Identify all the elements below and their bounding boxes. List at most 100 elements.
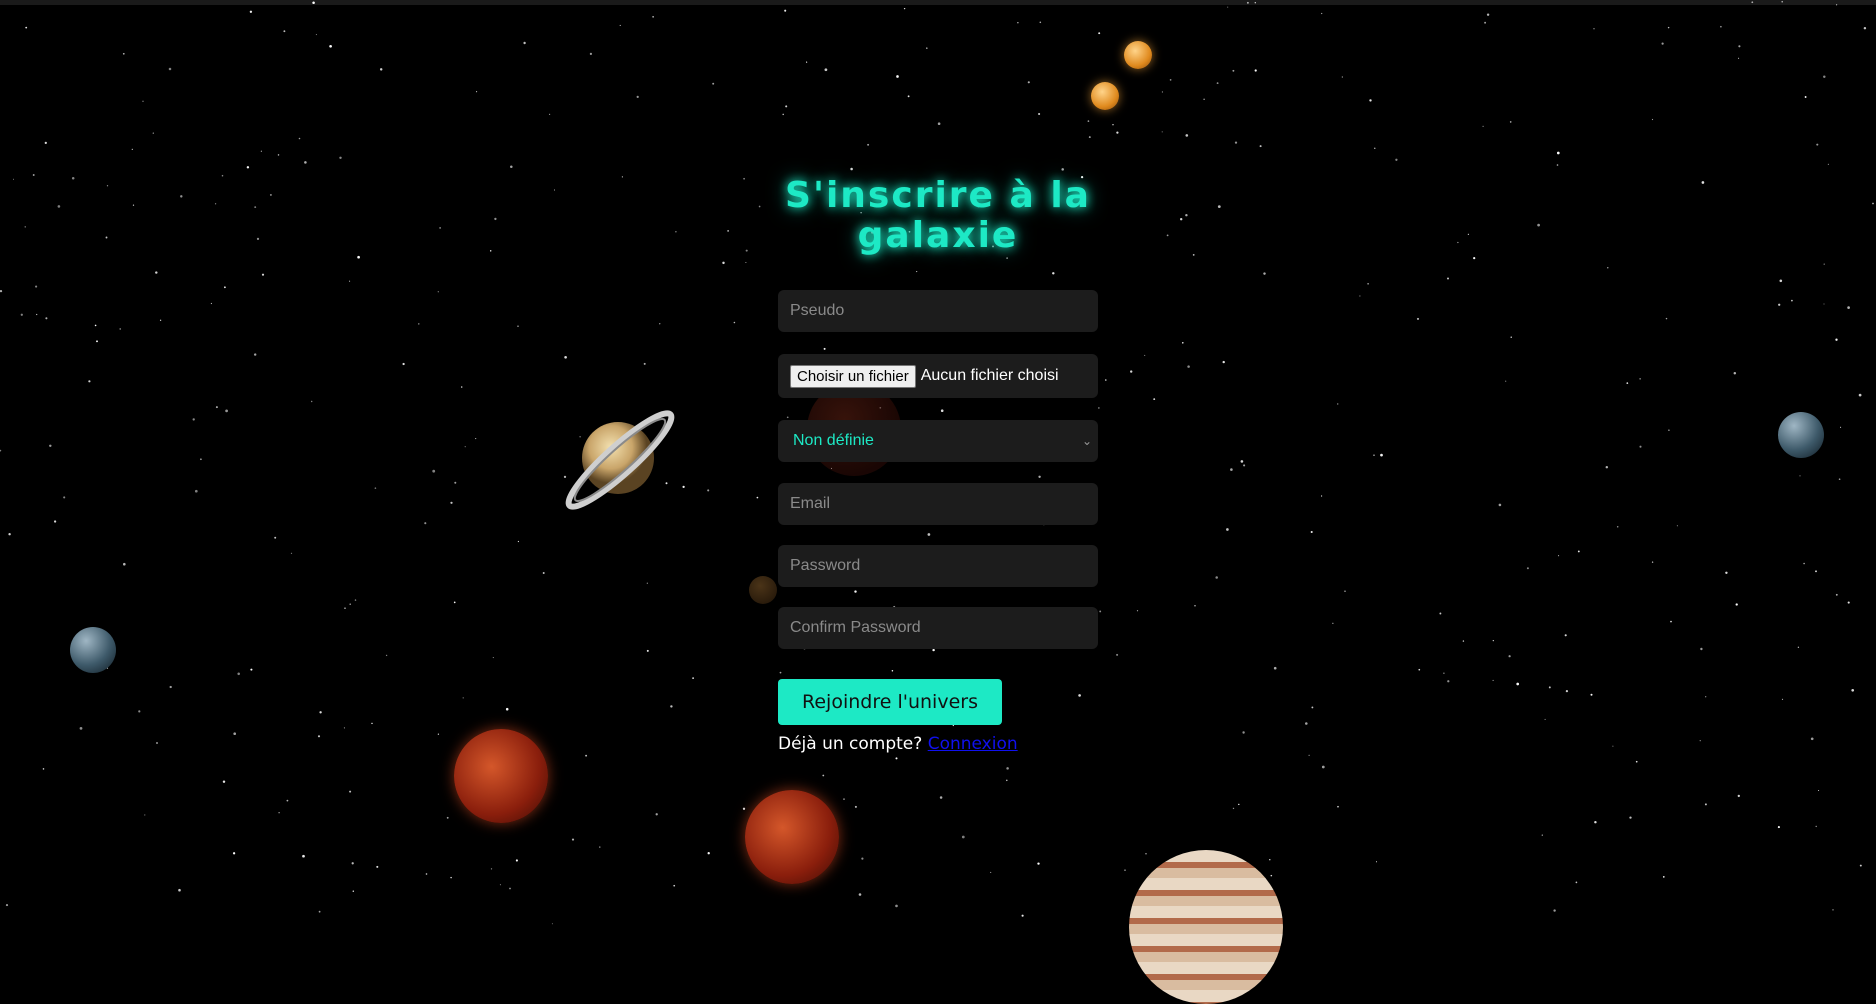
small-dim-moon: [749, 576, 777, 604]
pseudo-field[interactable]: [778, 290, 1098, 332]
star: [907, 95, 910, 98]
star: [1676, 525, 1678, 527]
join-universe-button[interactable]: Rejoindre l'univers: [778, 679, 1002, 725]
star: [260, 150, 262, 152]
star: [1509, 121, 1512, 123]
signup-form: S'inscrire à la galaxie Choisir un fichi…: [778, 176, 1098, 754]
star: [707, 489, 710, 492]
star: [1733, 372, 1737, 375]
star: [0, 289, 3, 293]
star: [298, 137, 301, 140]
confirm-password-field[interactable]: [778, 607, 1098, 649]
star: [850, 167, 853, 171]
star: [1087, 120, 1090, 122]
star: [237, 672, 240, 676]
star: [1737, 794, 1740, 798]
star: [499, 884, 501, 886]
star: [385, 654, 388, 657]
star: [1818, 790, 1820, 791]
star: [523, 41, 526, 45]
star: [152, 132, 154, 134]
star: [1738, 57, 1740, 59]
password-field[interactable]: [778, 545, 1098, 587]
star: [891, 669, 894, 672]
star: [1651, 118, 1654, 121]
star: [1232, 69, 1235, 72]
select-dropdown[interactable]: Non définie ⌄: [778, 420, 1098, 462]
star: [1815, 570, 1817, 573]
star: [119, 328, 121, 330]
password-input[interactable]: [778, 545, 1098, 587]
star: [1153, 398, 1156, 401]
star: [1161, 131, 1163, 133]
star: [1492, 679, 1494, 681]
star: [1246, 1, 1249, 4]
star: [1505, 380, 1507, 382]
star: [1215, 576, 1218, 579]
star: [1781, 0, 1783, 3]
star: [636, 95, 639, 99]
star: [1182, 342, 1184, 344]
star: [1605, 465, 1609, 469]
star: [1832, 909, 1834, 911]
star: [1222, 360, 1225, 364]
star: [45, 317, 48, 320]
star: [1779, 279, 1783, 283]
star: [786, 416, 789, 419]
star: [896, 75, 899, 78]
star: [132, 204, 135, 206]
star: [1116, 653, 1119, 656]
star: [1626, 382, 1629, 384]
star: [1234, 141, 1238, 144]
star: [418, 323, 420, 325]
star: [756, 496, 759, 499]
star: [1217, 205, 1221, 208]
star: [249, 10, 253, 13]
confirm-password-input[interactable]: [778, 607, 1098, 649]
star: [233, 732, 237, 736]
star: [36, 313, 38, 316]
star: [927, 533, 931, 536]
star: [824, 68, 828, 72]
star: [806, 61, 808, 63]
star: [655, 813, 658, 816]
star: [1778, 303, 1781, 306]
star: [8, 533, 11, 536]
star: [854, 805, 857, 808]
star: [210, 302, 212, 305]
star: [743, 177, 745, 180]
star: [1616, 526, 1619, 528]
star: [57, 205, 61, 208]
star: [1166, 234, 1169, 237]
star: [1781, 698, 1784, 700]
star: [1667, 26, 1670, 29]
avatar-file-field: Choisir un fichier Aucun fichier choisi: [778, 354, 1098, 398]
choose-file-button[interactable]: Choisir un fichier: [790, 364, 916, 388]
email-input[interactable]: [778, 483, 1098, 525]
star: [343, 727, 345, 729]
star: [1187, 365, 1190, 368]
login-link[interactable]: Connexion: [928, 734, 1018, 754]
star: [659, 323, 661, 325]
star: [142, 100, 144, 102]
star: [1039, 21, 1042, 24]
star: [961, 835, 965, 839]
chevron-down-icon: ⌄: [1081, 434, 1092, 448]
star: [1863, 26, 1867, 30]
star: [464, 446, 466, 448]
pseudo-input[interactable]: [778, 290, 1098, 332]
star: [1203, 98, 1205, 100]
star: [5, 904, 9, 907]
email-field[interactable]: [778, 483, 1098, 525]
star: [1537, 223, 1540, 227]
star: [1240, 460, 1244, 463]
star: [1823, 303, 1825, 305]
star: [1052, 272, 1055, 275]
star: [450, 876, 452, 879]
star: [646, 582, 648, 584]
star: [1305, 722, 1308, 725]
star: [1308, 754, 1310, 756]
star: [937, 122, 941, 125]
star: [379, 68, 383, 71]
star: [926, 47, 928, 49]
